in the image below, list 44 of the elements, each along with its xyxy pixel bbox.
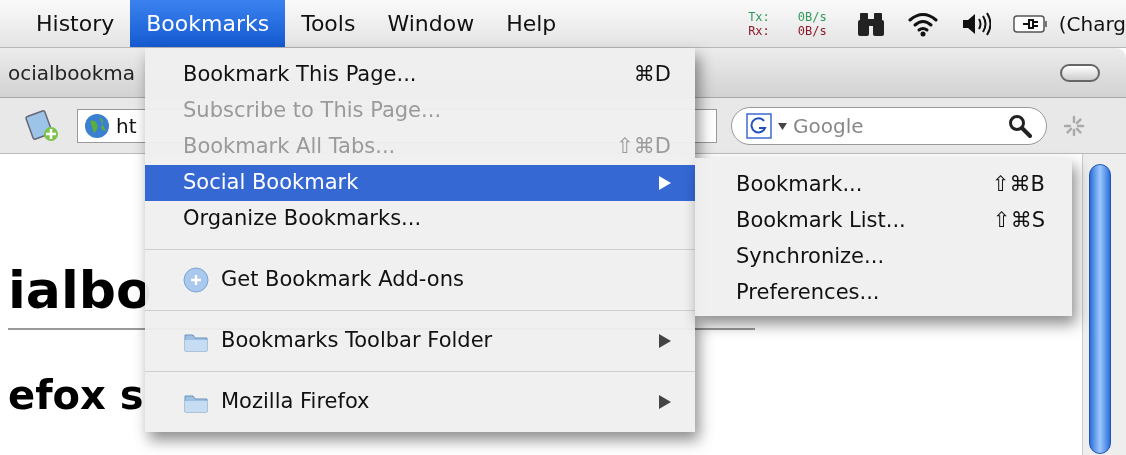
menu-bar-item[interactable]: Tools	[285, 0, 372, 47]
menu-bar-item[interactable]: History	[20, 0, 131, 47]
battery-icon	[1012, 13, 1049, 34]
shortcut-text: ⇧⌘S	[993, 207, 1045, 235]
submenu-arrow-icon	[659, 176, 671, 190]
scrollbar-thumb[interactable]	[1088, 164, 1111, 454]
shortcut-text: ⌘D	[633, 61, 671, 89]
wifi-icon	[906, 10, 939, 37]
rx-rate: 0B/s	[797, 23, 827, 38]
window-title: ocialbookma	[8, 59, 136, 87]
dropdown-caret-icon	[778, 121, 787, 130]
search-input[interactable]: Google	[793, 110, 1002, 141]
menu-item[interactable]: Social Bookmark	[145, 165, 695, 201]
menu-item[interactable]: Bookmark This Page... ⌘D	[145, 57, 695, 93]
menu-item[interactable]: Preferences...	[695, 275, 1072, 311]
shortcut-text: ⇧⌘B	[992, 171, 1045, 199]
bookmark-add-icon	[25, 108, 61, 143]
page-subheading: efox s	[8, 371, 144, 420]
submenu-arrow-icon	[659, 334, 671, 348]
search-icon	[1008, 113, 1032, 138]
submenu-arrow-icon	[659, 395, 671, 409]
menu-item[interactable]: Bookmark List... ⇧⌘S	[695, 203, 1072, 239]
search-field[interactable]: Google	[731, 106, 1047, 145]
toolbar-toggle-button[interactable]	[1060, 63, 1100, 82]
menu-bar-item[interactable]: Bookmarks	[130, 0, 286, 47]
shortcut-text: ⇧⌘D	[616, 133, 671, 161]
menu-item[interactable]: Organize Bookmarks...	[145, 201, 695, 237]
battery-status: (Charg	[1058, 10, 1126, 38]
globe-icon	[84, 112, 110, 139]
url-text: ht	[116, 112, 137, 140]
menu-item[interactable]: Bookmark... ⇧⌘B	[695, 167, 1072, 203]
menu-bar-item[interactable]: Help	[490, 0, 573, 47]
tx-rate: 0B/s	[797, 9, 827, 24]
menu-item[interactable]: Bookmarks Toolbar Folder	[145, 323, 695, 359]
menu-item[interactable]: Synchronize...	[695, 239, 1072, 275]
loading-spinner-icon	[1063, 114, 1085, 137]
binoculars-icon	[856, 10, 885, 37]
google-g-icon	[746, 112, 772, 139]
rx-label: Rx:	[748, 23, 770, 38]
tx-label: Tx:	[748, 9, 770, 24]
add-on-icon	[183, 267, 209, 293]
menu-item[interactable]: Mozilla Firefox	[145, 384, 695, 420]
speaker-icon	[960, 10, 991, 37]
menu-bar-item[interactable]: Window	[371, 0, 491, 47]
